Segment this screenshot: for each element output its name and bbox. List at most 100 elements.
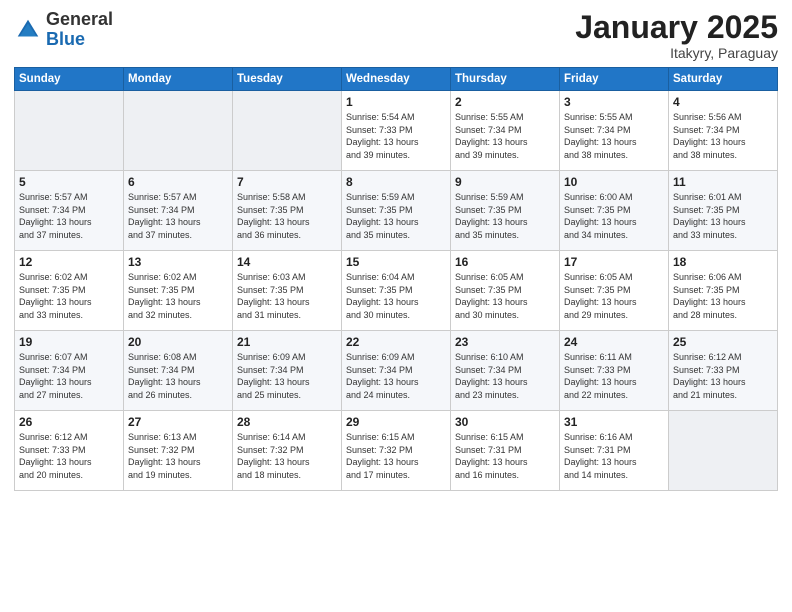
day-number: 26 [19,415,119,429]
day-info: Sunrise: 6:10 AM Sunset: 7:34 PM Dayligh… [455,351,555,401]
day-number: 27 [128,415,228,429]
weekday-header-monday: Monday [124,68,233,91]
day-info: Sunrise: 6:14 AM Sunset: 7:32 PM Dayligh… [237,431,337,481]
calendar-cell: 22 Sunrise: 6:09 AM Sunset: 7:34 PM Dayli… [342,331,451,411]
calendar-cell: 15 Sunrise: 6:04 AM Sunset: 7:35 PM Dayli… [342,251,451,331]
calendar-cell: 9 Sunrise: 5:59 AM Sunset: 7:35 PM Daylig… [451,171,560,251]
calendar-cell: 3 Sunrise: 5:55 AM Sunset: 7:34 PM Daylig… [560,91,669,171]
calendar-cell: 26 Sunrise: 6:12 AM Sunset: 7:33 PM Dayli… [15,411,124,491]
calendar-cell [233,91,342,171]
calendar-cell: 29 Sunrise: 6:15 AM Sunset: 7:32 PM Dayli… [342,411,451,491]
calendar-cell [15,91,124,171]
day-info: Sunrise: 6:08 AM Sunset: 7:34 PM Dayligh… [128,351,228,401]
day-number: 7 [237,175,337,189]
day-number: 12 [19,255,119,269]
day-info: Sunrise: 6:00 AM Sunset: 7:35 PM Dayligh… [564,191,664,241]
day-number: 24 [564,335,664,349]
calendar-cell: 1 Sunrise: 5:54 AM Sunset: 7:33 PM Daylig… [342,91,451,171]
day-number: 28 [237,415,337,429]
calendar-cell: 20 Sunrise: 6:08 AM Sunset: 7:34 PM Dayli… [124,331,233,411]
day-number: 30 [455,415,555,429]
day-info: Sunrise: 6:12 AM Sunset: 7:33 PM Dayligh… [19,431,119,481]
calendar-cell: 16Sunrise: 6:05 AM Sunset: 7:35 PM Dayli… [451,251,560,331]
month-title: January 2025 [575,10,778,45]
calendar-cell: 6 Sunrise: 5:57 AM Sunset: 7:34 PM Daylig… [124,171,233,251]
day-number: 8 [346,175,446,189]
day-info: Sunrise: 5:55 AM Sunset: 7:34 PM Dayligh… [564,111,664,161]
calendar-cell: 11 Sunrise: 6:01 AM Sunset: 7:35 PM Dayli… [669,171,778,251]
weekday-header-wednesday: Wednesday [342,68,451,91]
day-number: 10 [564,175,664,189]
calendar-cell: 10 Sunrise: 6:00 AM Sunset: 7:35 PM Dayli… [560,171,669,251]
header: General Blue January 2025 Itakyry, Parag… [14,10,778,61]
day-number: 11 [673,175,773,189]
logo-text: General Blue [46,10,113,50]
day-number: 25 [673,335,773,349]
calendar-cell: 23 Sunrise: 6:10 AM Sunset: 7:34 PM Dayli… [451,331,560,411]
day-info: Sunrise: 6:02 AM Sunset: 7:35 PM Dayligh… [128,271,228,321]
day-info: Sunrise: 6:02 AM Sunset: 7:35 PM Dayligh… [19,271,119,321]
calendar-cell: 17 Sunrise: 6:05 AM Sunset: 7:35 PM Dayli… [560,251,669,331]
day-number: 15 [346,255,446,269]
calendar-cell: 2Sunrise: 5:55 AM Sunset: 7:34 PM Daylig… [451,91,560,171]
calendar-table: SundayMondayTuesdayWednesdayThursdayFrid… [14,67,778,491]
day-info: Sunrise: 6:09 AM Sunset: 7:34 PM Dayligh… [237,351,337,401]
day-info: Sunrise: 6:09 AM Sunset: 7:34 PM Dayligh… [346,351,446,401]
day-number: 23 [455,335,555,349]
day-info: Sunrise: 6:05 AM Sunset: 7:35 PM Dayligh… [564,271,664,321]
calendar-cell: 24Sunrise: 6:11 AM Sunset: 7:33 PM Dayli… [560,331,669,411]
week-row-4: 19Sunrise: 6:07 AM Sunset: 7:34 PM Dayli… [15,331,778,411]
day-number: 4 [673,95,773,109]
calendar-cell: 13Sunrise: 6:02 AM Sunset: 7:35 PM Dayli… [124,251,233,331]
weekday-header-thursday: Thursday [451,68,560,91]
logo-blue: Blue [46,29,85,49]
day-info: Sunrise: 5:54 AM Sunset: 7:33 PM Dayligh… [346,111,446,161]
day-info: Sunrise: 6:16 AM Sunset: 7:31 PM Dayligh… [564,431,664,481]
day-number: 16 [455,255,555,269]
weekday-header-sunday: Sunday [15,68,124,91]
week-row-1: 1 Sunrise: 5:54 AM Sunset: 7:33 PM Daylig… [15,91,778,171]
day-number: 1 [346,95,446,109]
day-number: 3 [564,95,664,109]
calendar-body: 1 Sunrise: 5:54 AM Sunset: 7:33 PM Daylig… [15,91,778,491]
calendar-cell: 27 Sunrise: 6:13 AM Sunset: 7:32 PM Dayli… [124,411,233,491]
day-info: Sunrise: 6:04 AM Sunset: 7:35 PM Dayligh… [346,271,446,321]
day-number: 6 [128,175,228,189]
calendar-header: SundayMondayTuesdayWednesdayThursdayFrid… [15,68,778,91]
day-number: 29 [346,415,446,429]
day-info: Sunrise: 5:57 AM Sunset: 7:34 PM Dayligh… [128,191,228,241]
day-info: Sunrise: 5:59 AM Sunset: 7:35 PM Dayligh… [346,191,446,241]
day-number: 9 [455,175,555,189]
weekday-header-saturday: Saturday [669,68,778,91]
logo-icon [14,16,42,44]
calendar-cell: 8 Sunrise: 5:59 AM Sunset: 7:35 PM Daylig… [342,171,451,251]
calendar-cell [124,91,233,171]
weekday-header-tuesday: Tuesday [233,68,342,91]
calendar-cell: 12 Sunrise: 6:02 AM Sunset: 7:35 PM Dayli… [15,251,124,331]
calendar-cell: 4 Sunrise: 5:56 AM Sunset: 7:34 PM Daylig… [669,91,778,171]
calendar-cell: 7Sunrise: 5:58 AM Sunset: 7:35 PM Daylig… [233,171,342,251]
day-info: Sunrise: 6:01 AM Sunset: 7:35 PM Dayligh… [673,191,773,241]
day-info: Sunrise: 6:15 AM Sunset: 7:31 PM Dayligh… [455,431,555,481]
day-number: 20 [128,335,228,349]
calendar-cell: 25Sunrise: 6:12 AM Sunset: 7:33 PM Dayli… [669,331,778,411]
weekday-row: SundayMondayTuesdayWednesdayThursdayFrid… [15,68,778,91]
calendar-cell: 19Sunrise: 6:07 AM Sunset: 7:34 PM Dayli… [15,331,124,411]
weekday-header-friday: Friday [560,68,669,91]
day-info: Sunrise: 5:55 AM Sunset: 7:34 PM Dayligh… [455,111,555,161]
day-info: Sunrise: 6:13 AM Sunset: 7:32 PM Dayligh… [128,431,228,481]
day-info: Sunrise: 5:59 AM Sunset: 7:35 PM Dayligh… [455,191,555,241]
logo: General Blue [14,10,113,50]
day-info: Sunrise: 6:15 AM Sunset: 7:32 PM Dayligh… [346,431,446,481]
day-info: Sunrise: 5:57 AM Sunset: 7:34 PM Dayligh… [19,191,119,241]
day-info: Sunrise: 6:03 AM Sunset: 7:35 PM Dayligh… [237,271,337,321]
day-info: Sunrise: 5:56 AM Sunset: 7:34 PM Dayligh… [673,111,773,161]
day-info: Sunrise: 6:06 AM Sunset: 7:35 PM Dayligh… [673,271,773,321]
calendar-cell [669,411,778,491]
calendar-cell: 30 Sunrise: 6:15 AM Sunset: 7:31 PM Dayli… [451,411,560,491]
calendar-cell: 18Sunrise: 6:06 AM Sunset: 7:35 PM Dayli… [669,251,778,331]
logo-general: General [46,9,113,29]
day-number: 22 [346,335,446,349]
calendar-cell: 21Sunrise: 6:09 AM Sunset: 7:34 PM Dayli… [233,331,342,411]
day-number: 17 [564,255,664,269]
